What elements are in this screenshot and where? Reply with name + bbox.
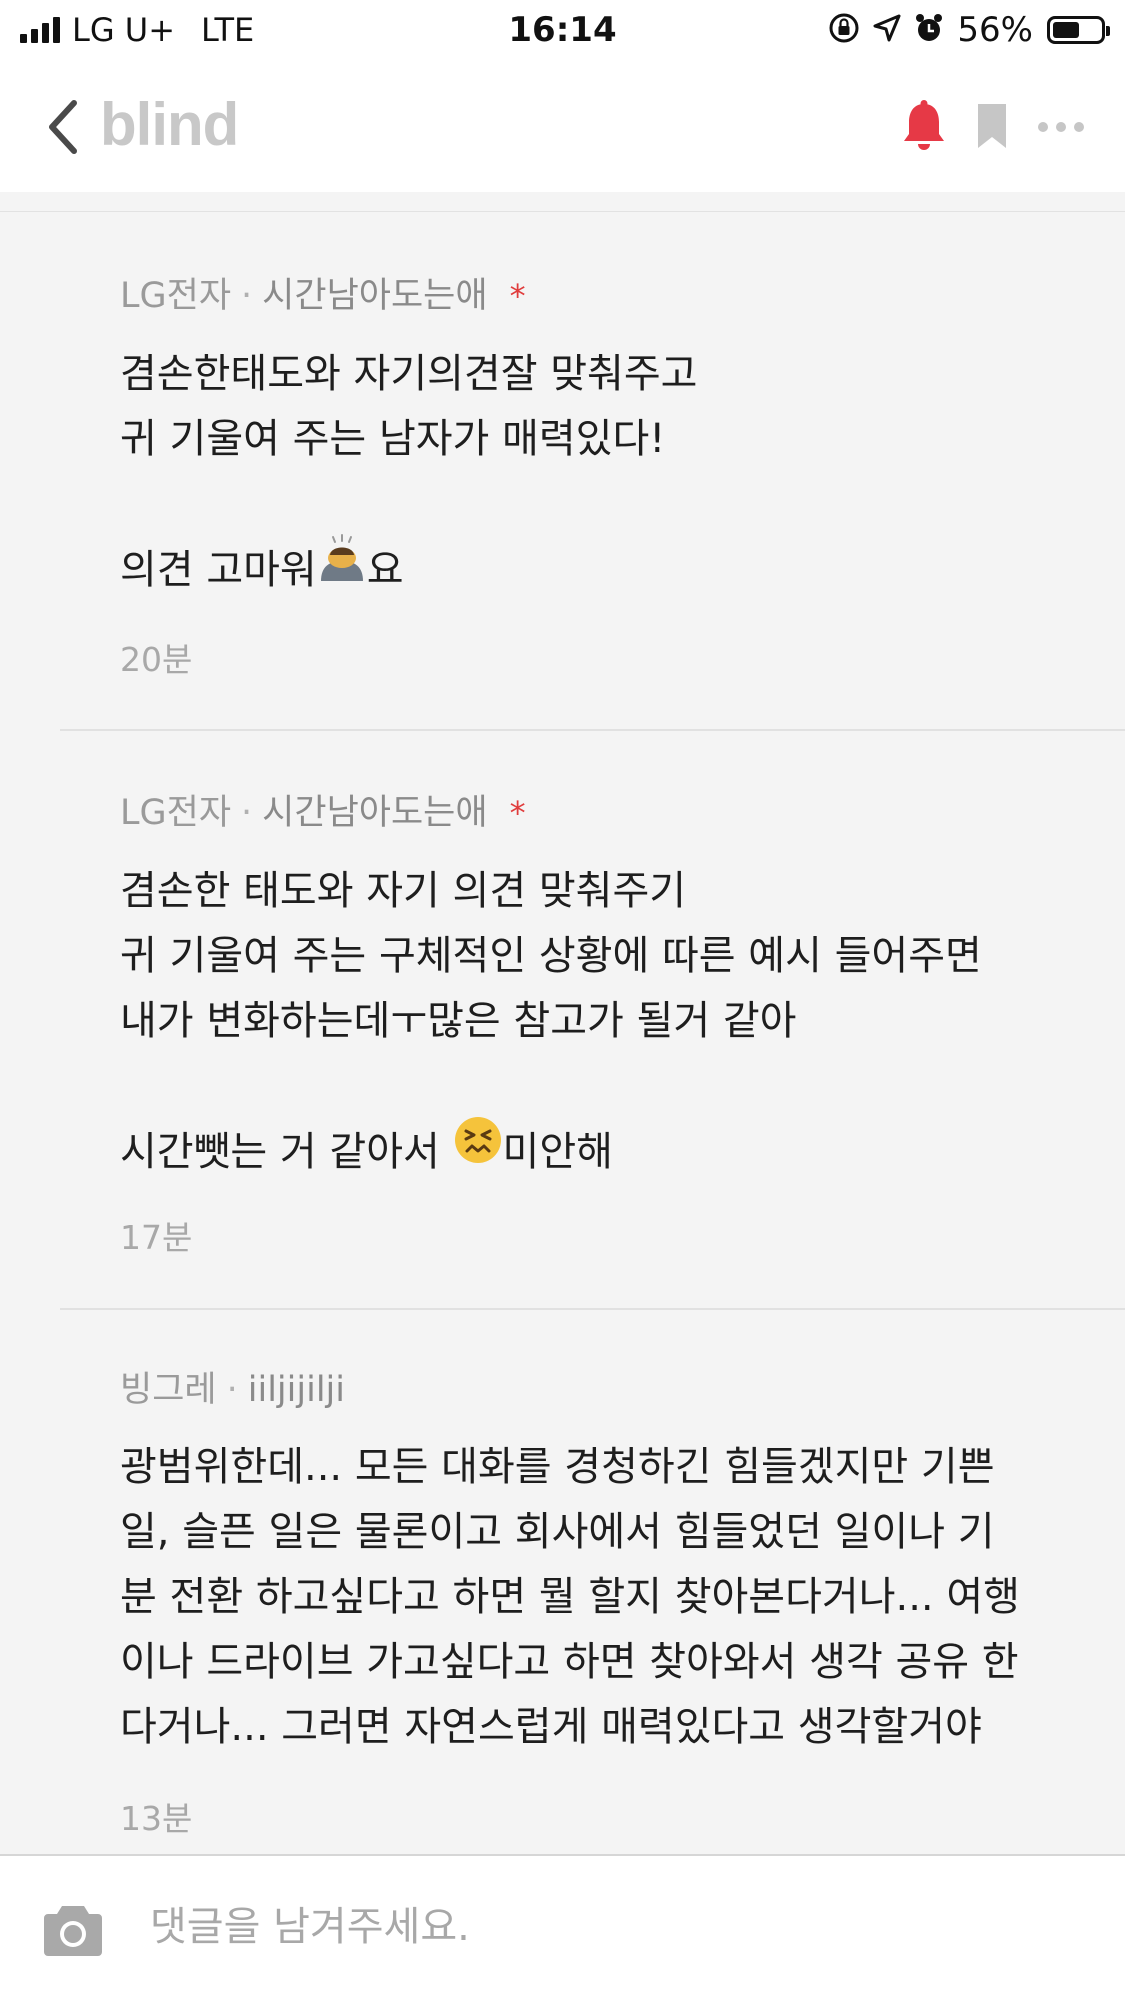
comment-nickname: 시간남아도는애 (262, 793, 488, 833)
comment-item[interactable]: LG전자 · 시간남아도는애 * 겸손한태도와 자기의견잘 맞춰주고 귀 기울여 주는… (0, 192, 1125, 730)
comment-line: 광범위한데... 모든 대화를 경청하긴 힘들겠지만 기쁜 (120, 1444, 995, 1490)
status-bar: LG U+ LTE 16:14 56% (0, 0, 1125, 62)
meta-separator: · (241, 793, 253, 833)
comment-meta: LG전자 · 시간남아도는애 * (120, 791, 526, 835)
battery-icon (1047, 16, 1110, 44)
comment-item[interactable]: LG전자 · 시간남아도는애 * 겸손한 태도와 자기 의견 맞춰주기 귀 기울여 주… (0, 731, 1125, 1309)
comment-blank-line (120, 1054, 1080, 1119)
comment-meta: LG전자 · 시간남아도는애 * (120, 274, 526, 318)
nav-actions (901, 100, 1085, 156)
comment-item[interactable]: 빙그레 · iiljijilji 광범위한데... 모든 대화를 경청하긴 힘들겠지… (0, 1310, 1125, 1854)
comment-line: 겸손한태도와 자기의견잘 맞춰주고 (120, 351, 698, 397)
app-logo[interactable]: blind (100, 90, 239, 160)
comment-input-bar (0, 1854, 1125, 2001)
status-right: 56% (827, 8, 1110, 52)
comment-list: LG전자 · 시간남아도는애 * 겸손한태도와 자기의견잘 맞춰주고 귀 기울여 주는… (0, 192, 1125, 1854)
back-icon (49, 100, 77, 154)
comment-input[interactable] (150, 1892, 1080, 1962)
meta-separator: · (241, 276, 253, 316)
nav-bar: blind (0, 62, 1125, 192)
comment-line-text: 의견 고마워 (120, 547, 317, 593)
comment-time: 13분 (120, 1799, 193, 1838)
battery-fill (1053, 22, 1079, 38)
person-bowing-emoji (317, 533, 367, 603)
comment-body: 광범위한데... 모든 대화를 경청하긴 힘들겠지만 기쁜 일, 슬픈 일은 물… (120, 1435, 1080, 1760)
comment-time: 20분 (120, 640, 193, 679)
comment-body: 겸손한 태도와 자기 의견 맞춰주기 귀 기울여 주는 구체적인 상황에 따른 … (120, 859, 1080, 1189)
comment-line-suffix: 미안해 (502, 1129, 613, 1175)
author-badge: * (509, 794, 526, 832)
comment-line: 귀 기울여 주는 남자가 매력있다! (120, 416, 666, 462)
comment-line: 시간뺏는 거 같아서 미안해 (120, 1117, 1080, 1189)
comment-line-suffix: 요 (366, 547, 404, 593)
comment-company: LG전자 (120, 276, 232, 316)
comment-blank-line (120, 472, 1080, 537)
comment-line: 일, 슬픈 일은 물론이고 회사에서 힘들었던 일이나 기 (120, 1509, 995, 1555)
confounded-face-emoji (453, 1115, 503, 1185)
comment-company: LG전자 (120, 793, 232, 833)
camera-button[interactable] (42, 1902, 104, 1958)
camera-icon (44, 1906, 102, 1956)
alarm-icon (913, 12, 945, 48)
author-badge: * (509, 277, 526, 315)
battery-percent: 56% (957, 10, 1033, 50)
meta-separator: · (226, 1370, 238, 1410)
comment-line: 귀 기울여 주는 구체적인 상황에 따른 예시 들어주면 (120, 933, 982, 979)
bookmark-icon[interactable] (975, 102, 1009, 154)
comment-line: 의견 고마워 요 (120, 534, 1080, 607)
comment-line: 이나 드라이브 가고싶다고 하면 찾아와서 생각 공유 한 (120, 1639, 1019, 1685)
comment-body: 겸손한태도와 자기의견잘 맞춰주고 귀 기울여 주는 남자가 매력있다! 의견 … (120, 342, 1080, 607)
orientation-lock-icon (827, 11, 861, 49)
comment-time: 17분 (120, 1218, 193, 1257)
bell-icon[interactable] (901, 100, 947, 156)
comment-line-text: 시간뺏는 거 같아서 (120, 1129, 453, 1175)
comment-company: 빙그레 (120, 1370, 217, 1410)
comment-line: 분 전환 하고싶다고 하면 뭘 할지 찾아본다거나... 여행 (120, 1574, 1020, 1620)
more-icon[interactable] (1037, 119, 1085, 138)
comment-nickname: iiljijilji (247, 1370, 345, 1410)
comment-line: 다거나... 그러면 자연스럽게 매력있다고 생각할거야 (120, 1704, 982, 1750)
comment-nickname: 시간남아도는애 (262, 276, 488, 316)
comment-meta: 빙그레 · iiljijilji (120, 1368, 345, 1412)
back-button[interactable] (40, 97, 90, 157)
comment-line: 겸손한 태도와 자기 의견 맞춰주기 (120, 868, 687, 914)
location-icon (871, 12, 903, 48)
comment-line: 내가 변화하는데ㅜ많은 참고가 될거 같아 (120, 998, 797, 1044)
